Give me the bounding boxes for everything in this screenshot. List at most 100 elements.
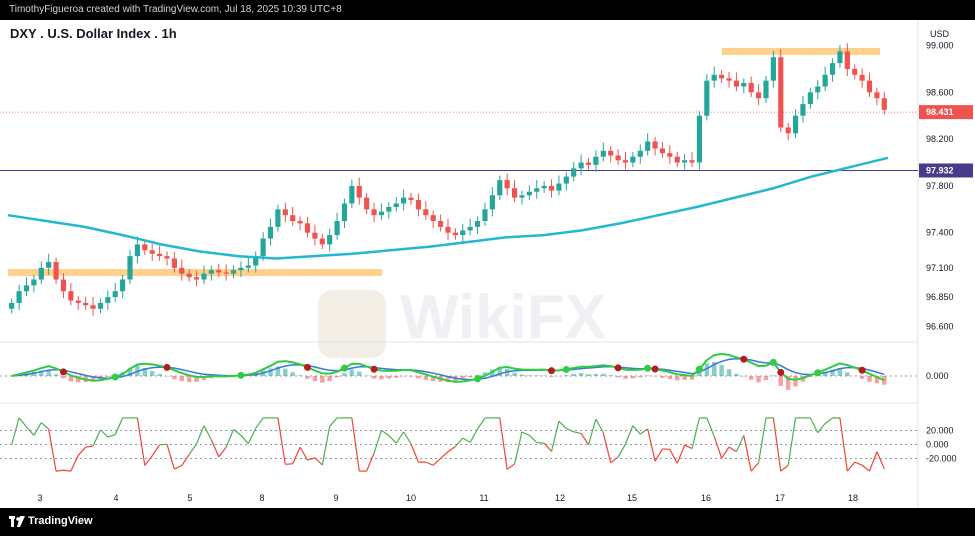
macd-histogram-bar <box>408 376 414 377</box>
candle-body <box>334 221 340 236</box>
macd-cross-marker <box>858 366 866 374</box>
candle-body <box>497 180 503 196</box>
macd-histogram-bar <box>549 376 554 377</box>
candle-body <box>83 302 89 306</box>
candle-body <box>756 92 762 99</box>
candle-body <box>267 226 274 239</box>
candle-body <box>90 305 96 309</box>
macd-histogram-bar <box>320 376 325 383</box>
candle-body <box>157 253 163 257</box>
candle-body <box>682 160 688 163</box>
candle-body <box>23 285 30 292</box>
candle-body <box>304 223 311 233</box>
price-chart[interactable]: WikiFX 99.000 98.600 98.200 97.800 97.400 97.… <box>0 20 975 508</box>
x-tick-label: 9 <box>333 493 338 503</box>
candle-body <box>711 74 717 81</box>
macd-cross-marker <box>370 365 378 373</box>
y-tick-label: 99.000 <box>926 41 954 51</box>
macd-histogram-bar <box>179 376 184 382</box>
candle-body <box>171 258 177 268</box>
macd-histogram-bar <box>586 374 591 376</box>
candle-body <box>844 51 850 69</box>
chart-frame: TimothyFigueroa created with TradingView… <box>0 0 975 536</box>
macd-histogram-bar <box>297 375 303 376</box>
macd-histogram-bar <box>623 376 628 379</box>
macd-histogram-bar <box>778 376 783 386</box>
currency-label: USD <box>930 29 950 39</box>
candle-body <box>726 78 732 81</box>
candle-body <box>371 209 377 216</box>
candle-body <box>60 279 67 292</box>
macd-histogram-bar <box>283 368 288 376</box>
macd-cross-marker <box>548 367 556 375</box>
macd-histogram-bar <box>630 376 636 379</box>
macd-histogram-bar <box>771 375 776 376</box>
candle-body <box>519 195 525 198</box>
candle-body <box>319 238 325 245</box>
macd-histogram-bar <box>305 376 310 379</box>
candle-body <box>556 183 562 191</box>
tradingview-logo-icon <box>9 516 25 527</box>
candle-body <box>460 230 466 236</box>
x-tick-label: 12 <box>555 493 565 503</box>
macd-histogram-bar <box>578 373 584 376</box>
macd-cross-marker <box>340 364 348 372</box>
macd-histogram-bar <box>763 376 769 381</box>
candle-body <box>223 272 229 274</box>
macd-histogram-bar <box>845 372 850 376</box>
candle-body <box>534 188 540 192</box>
oscillator-tick-label: -20.000 <box>926 454 957 464</box>
candle-body <box>297 221 303 224</box>
macd-histogram-bar <box>357 371 362 376</box>
x-tick-label: 10 <box>406 493 416 503</box>
macd-histogram-bar <box>534 375 539 376</box>
macd-histogram-bar <box>682 376 687 380</box>
macd-histogram-bar <box>371 376 377 379</box>
candle-body <box>245 265 251 268</box>
candle-body <box>430 215 436 222</box>
last-price-label: 98.431 <box>926 107 954 117</box>
candle-body <box>837 51 843 64</box>
macd-cross-marker <box>111 373 119 381</box>
macd-histogram-bar <box>416 376 421 379</box>
candle-body <box>16 291 22 303</box>
macd-histogram-bar <box>519 374 525 376</box>
candle-body <box>578 162 584 169</box>
watermark-logo-icon <box>318 290 386 358</box>
candle-body <box>467 226 473 231</box>
macd-histogram-bar <box>342 373 347 376</box>
footer-bar: TradingView <box>0 508 975 536</box>
candle-body <box>585 162 592 165</box>
chart-background <box>0 20 975 508</box>
oscillator-segment <box>63 469 71 472</box>
x-tick-label: 4 <box>113 493 118 503</box>
candle-body <box>112 291 118 298</box>
candle-body <box>238 267 244 271</box>
watermark: WikiFX <box>318 283 606 358</box>
macd-histogram-bar <box>105 376 111 377</box>
candle-body <box>852 68 858 75</box>
candle-body <box>193 277 200 280</box>
candle-body <box>327 235 333 245</box>
x-tick-label: 16 <box>701 493 711 503</box>
candle-body <box>571 168 577 177</box>
macd-histogram-bar <box>172 376 177 380</box>
macd-histogram-bar <box>667 376 673 380</box>
candle-body <box>866 80 873 93</box>
macd-histogram-bar <box>638 376 643 378</box>
candle-body <box>615 155 621 161</box>
candle-body <box>689 160 695 163</box>
macd-histogram-bar <box>186 376 192 382</box>
macd-histogram-bar <box>719 364 724 376</box>
macd-histogram-bar <box>593 373 599 376</box>
candle-body <box>704 80 710 116</box>
macd-cross-marker <box>163 363 171 371</box>
macd-cross-marker <box>777 368 785 376</box>
oscillator-tick-label: 20.000 <box>926 426 954 436</box>
candle-body <box>216 270 222 273</box>
oscillator-tick-label: 0.000 <box>926 440 949 450</box>
y-tick-label: 96.600 <box>926 321 954 331</box>
macd-cross-marker <box>651 365 659 373</box>
candle-body <box>290 215 296 222</box>
y-tick-label: 96.850 <box>926 292 954 302</box>
